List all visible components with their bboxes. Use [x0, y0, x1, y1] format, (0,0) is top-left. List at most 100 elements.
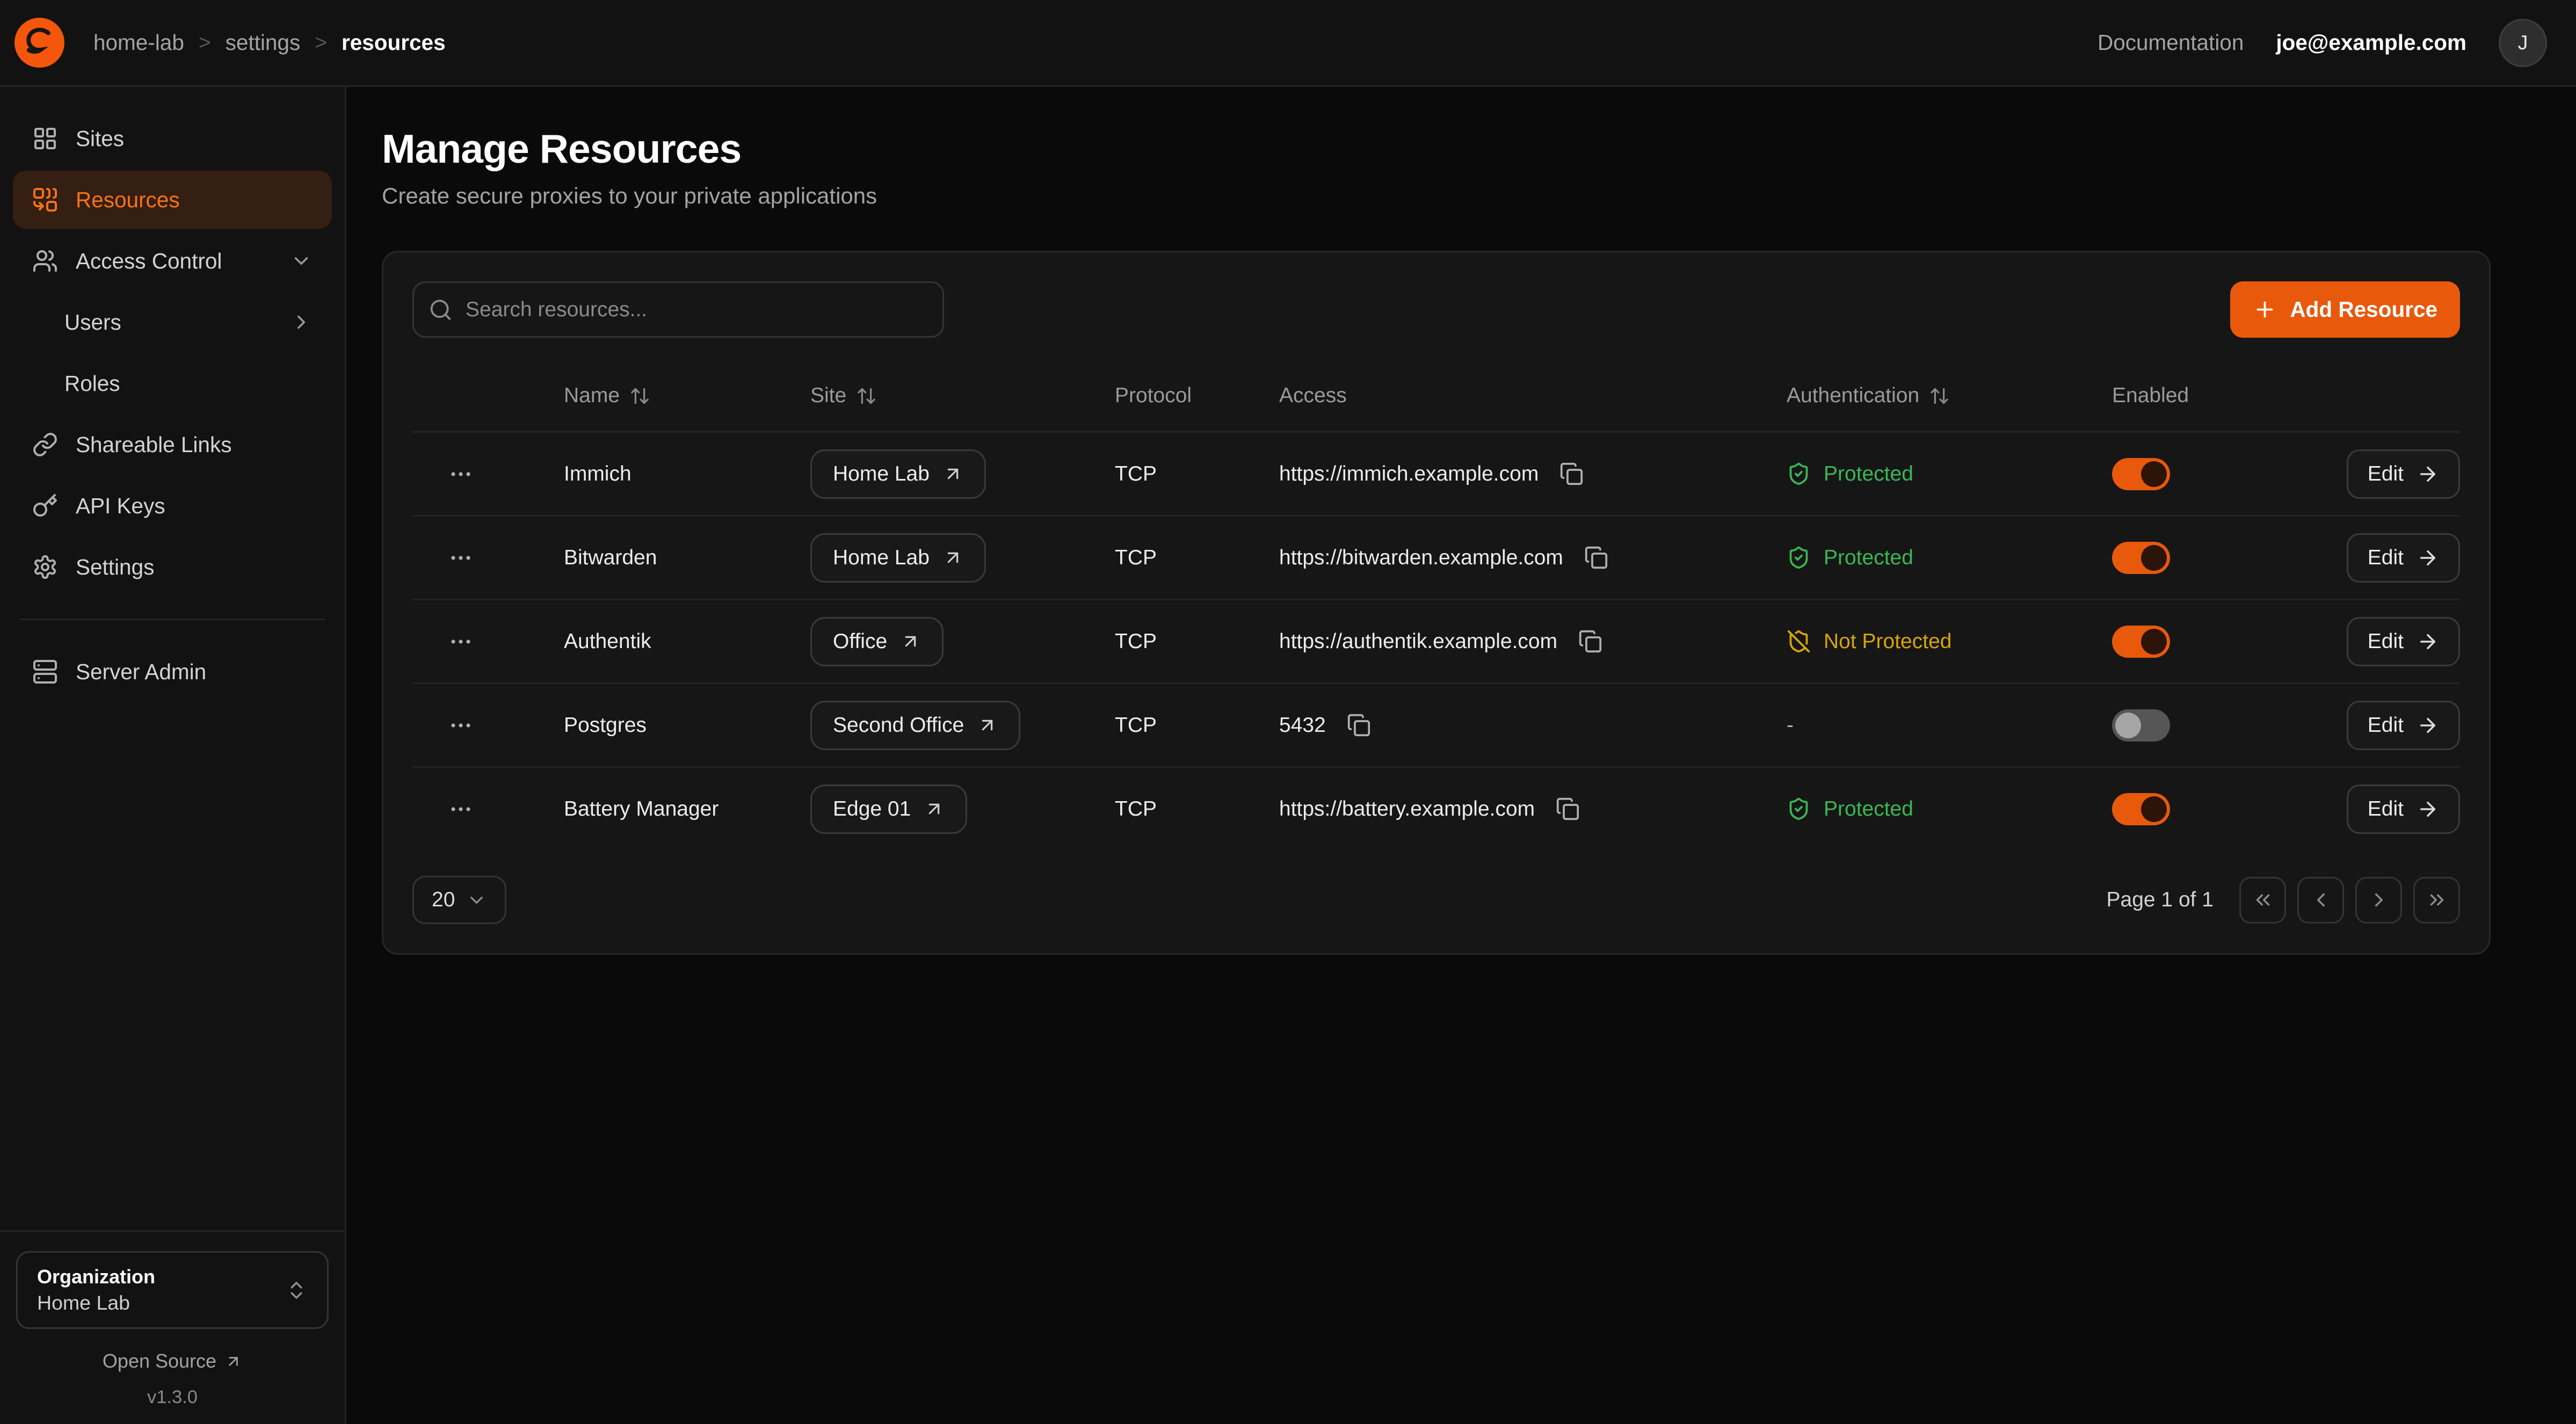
enabled-toggle[interactable]: [2112, 709, 2170, 742]
chevrons-left-icon: [2252, 889, 2274, 911]
column-header-name[interactable]: Name: [564, 384, 810, 408]
sort-icon: [629, 386, 650, 406]
key-icon: [32, 493, 58, 519]
site-link[interactable]: Home Lab: [810, 449, 986, 499]
column-label: Authentication: [1787, 384, 1919, 408]
row-menu-button[interactable]: [441, 706, 480, 745]
site-name: Home Lab: [833, 462, 930, 486]
add-resource-label: Add Resource: [2290, 297, 2437, 322]
app-logo[interactable]: [14, 18, 64, 68]
prev-page-button[interactable]: [2297, 877, 2344, 924]
edit-button[interactable]: Edit: [2347, 449, 2460, 499]
grid-icon: [32, 126, 58, 151]
site-link[interactable]: Second Office: [810, 701, 1020, 750]
add-resource-button[interactable]: Add Resource: [2230, 281, 2460, 338]
toggle-knob: [2141, 796, 2167, 822]
copy-icon[interactable]: [1575, 626, 1606, 657]
sidebar-item-resources[interactable]: Resources: [13, 171, 332, 229]
page-size-select[interactable]: 20: [412, 876, 506, 924]
enabled-toggle[interactable]: [2112, 626, 2170, 658]
enabled-toggle[interactable]: [2112, 542, 2170, 574]
site-name: Home Lab: [833, 546, 930, 570]
copy-icon[interactable]: [1581, 542, 1612, 573]
enabled-toggle[interactable]: [2112, 793, 2170, 825]
main-content: Manage Resources Create secure proxies t…: [346, 87, 2576, 1424]
sidebar-nav: Sites Resources Access Control Users Rol…: [0, 110, 345, 701]
chevron-left-icon: [2310, 889, 2332, 911]
arrow-right-icon: [2417, 714, 2439, 737]
avatar[interactable]: J: [2499, 19, 2547, 67]
search-input[interactable]: [412, 281, 944, 338]
sidebar-item-label: Users: [64, 310, 121, 335]
site-link[interactable]: Office: [810, 617, 944, 666]
org-value: Home Lab: [37, 1291, 155, 1314]
last-page-button[interactable]: [2413, 877, 2460, 924]
row-menu-button[interactable]: [441, 455, 480, 493]
open-source-link[interactable]: Open Source: [16, 1350, 329, 1372]
protocol: TCP: [1115, 797, 1279, 821]
site-name: Office: [833, 630, 887, 653]
sidebar-item-access-control[interactable]: Access Control: [13, 232, 332, 290]
gear-icon: [32, 554, 58, 580]
sidebar-divider: [19, 619, 325, 620]
protocol: TCP: [1115, 714, 1279, 737]
toggle-knob: [2141, 629, 2167, 655]
sidebar-item-sites[interactable]: Sites: [13, 110, 332, 168]
page-subtitle: Create secure proxies to your private ap…: [382, 183, 2491, 209]
site-link[interactable]: Home Lab: [810, 533, 986, 583]
table-row: Bitwarden Home Lab TCP https://bitwarden…: [412, 515, 2460, 599]
link-icon: [32, 432, 58, 457]
external-link-icon: [942, 547, 963, 568]
copy-icon[interactable]: [1344, 710, 1374, 740]
edit-button[interactable]: Edit: [2347, 784, 2460, 834]
breadcrumb-item-org[interactable]: home-lab: [93, 30, 184, 55]
table-row: Battery Manager Edge 01 TCP https://batt…: [412, 766, 2460, 850]
sidebar-item-server-admin[interactable]: Server Admin: [13, 643, 332, 701]
edit-button[interactable]: Edit: [2347, 617, 2460, 666]
row-menu-button[interactable]: [441, 539, 480, 577]
resource-name: Postgres: [564, 714, 810, 737]
sidebar-item-shareable-links[interactable]: Shareable Links: [13, 416, 332, 474]
column-header-site[interactable]: Site: [810, 384, 1115, 408]
chevron-right-icon: [2368, 889, 2390, 911]
first-page-button[interactable]: [2239, 877, 2286, 924]
card-toolbar: Add Resource: [412, 281, 2460, 338]
breadcrumb-item-resources: resources: [342, 30, 446, 55]
organization-selector[interactable]: Organization Home Lab: [16, 1251, 329, 1329]
sidebar-item-settings[interactable]: Settings: [13, 538, 332, 596]
row-menu-button[interactable]: [441, 622, 480, 661]
breadcrumb-item-settings[interactable]: settings: [226, 30, 301, 55]
column-header-authentication[interactable]: Authentication: [1787, 384, 2112, 408]
edit-label: Edit: [2368, 546, 2404, 570]
page-title: Manage Resources: [382, 126, 2491, 172]
copy-icon[interactable]: [1556, 459, 1587, 489]
edit-button[interactable]: Edit: [2347, 533, 2460, 583]
sidebar-item-users[interactable]: Users: [13, 293, 332, 351]
access-url: https://immich.example.com: [1279, 462, 1539, 486]
arrow-right-icon: [2417, 798, 2439, 820]
site-link[interactable]: Edge 01: [810, 784, 967, 834]
auth-label: Not Protected: [1824, 630, 1951, 653]
org-label: Organization: [37, 1266, 155, 1288]
toggle-knob: [2115, 713, 2141, 738]
edit-label: Edit: [2368, 797, 2404, 821]
documentation-link[interactable]: Documentation: [2098, 30, 2244, 55]
sidebar-footer: Organization Home Lab Open Source v1.3.0: [0, 1230, 345, 1424]
edit-label: Edit: [2368, 462, 2404, 486]
copy-icon[interactable]: [1552, 794, 1583, 824]
resource-name: Bitwarden: [564, 546, 810, 570]
edit-button[interactable]: Edit: [2347, 701, 2460, 750]
site-name: Edge 01: [833, 797, 911, 821]
edit-label: Edit: [2368, 630, 2404, 653]
sidebar-item-roles[interactable]: Roles: [13, 354, 332, 412]
enabled-toggle[interactable]: [2112, 458, 2170, 490]
auth-status: Protected: [1787, 462, 1913, 486]
sidebar-item-label: Roles: [64, 371, 120, 396]
sidebar-item-label: Access Control: [76, 249, 222, 274]
row-menu-button[interactable]: [441, 790, 480, 829]
table-row: Postgres Second Office TCP 5432 - Edit: [412, 682, 2460, 766]
external-link-icon: [900, 631, 921, 652]
arrow-right-icon: [2417, 547, 2439, 569]
sidebar-item-api-keys[interactable]: API Keys: [13, 477, 332, 535]
next-page-button[interactable]: [2355, 877, 2402, 924]
